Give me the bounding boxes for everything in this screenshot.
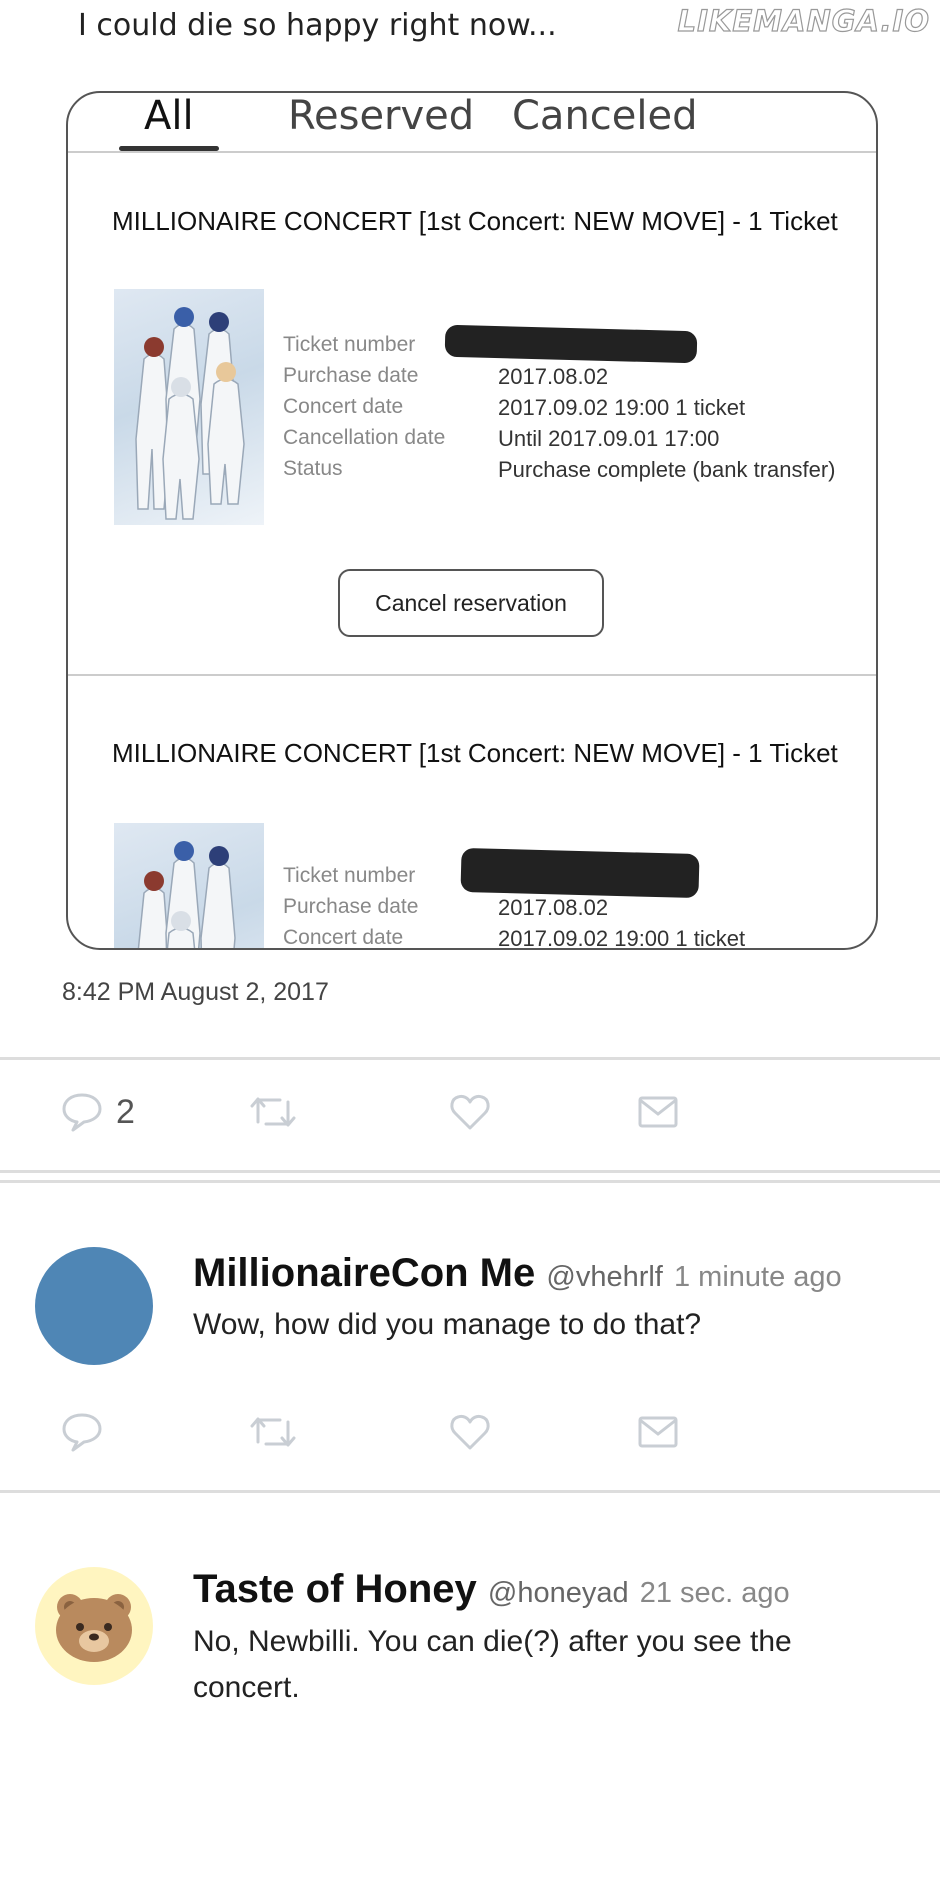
concert-date-value: 2017.09.02 19:00 1 ticket — [498, 395, 746, 420]
divider — [0, 1490, 940, 1493]
post-action-bar: 2 — [0, 1090, 940, 1150]
reply-text: Wow, how did you manage to do that? — [193, 1308, 702, 1341]
concert-date-label: Concert date — [283, 395, 404, 418]
heart-icon — [450, 1094, 490, 1130]
tab-reserved[interactable]: Reserved — [288, 93, 474, 139]
reply-time: 21 sec. ago — [639, 1577, 790, 1609]
comment-icon — [62, 1413, 102, 1452]
retweet-icon — [250, 1417, 296, 1447]
mail-icon — [638, 1096, 678, 1128]
cancellation-date-value: Until 2017.09.01 17:00 — [498, 426, 720, 451]
order-divider — [68, 674, 876, 676]
retweet-action[interactable] — [248, 1410, 298, 1454]
divider — [0, 1170, 940, 1173]
cancellation-date-label: Cancellation date — [283, 426, 446, 449]
reply-author[interactable]: MillionaireCon Me @vhehrlf 1 minute ago — [193, 1251, 842, 1296]
message-action[interactable] — [636, 1090, 680, 1134]
ticket-number-label: Ticket number — [283, 333, 416, 356]
reply-handle: @vhehrlf — [546, 1261, 663, 1293]
reply-time: 1 minute ago — [673, 1261, 842, 1293]
retweet-action[interactable] — [248, 1090, 298, 1134]
post-timestamp: 8:42 PM August 2, 2017 — [62, 978, 329, 1006]
purchase-date-label: Purchase date — [283, 895, 419, 918]
purchase-date-value: 2017.08.02 — [498, 895, 609, 920]
purchase-date-label: Purchase date — [283, 364, 419, 387]
divider — [0, 1180, 940, 1183]
concert-date-value: 2017.09.02 19:00 1 ticket — [498, 926, 746, 950]
reply-author-name: Taste of Honey — [193, 1567, 477, 1611]
reply-action-bar — [0, 1410, 940, 1470]
like-action[interactable] — [448, 1410, 492, 1454]
redaction-mark — [444, 324, 698, 364]
reply-count: 2 — [116, 1092, 135, 1131]
order-title: MILLIONAIRE CONCERT [1st Concert: NEW MO… — [112, 738, 838, 768]
avatar[interactable] — [35, 1567, 153, 1685]
redaction-mark — [460, 847, 700, 899]
avatar[interactable] — [35, 1247, 153, 1365]
retweet-icon — [250, 1097, 296, 1127]
post-text: I could die so happy right now... — [78, 8, 557, 43]
divider — [0, 1057, 940, 1060]
reply-text: No, Newbilli. You can die(?) after you s… — [193, 1625, 792, 1704]
active-tab-indicator — [119, 146, 219, 151]
status-value: Purchase complete (bank transfer) — [498, 457, 836, 482]
bear-avatar-icon — [56, 1594, 132, 1662]
concert-poster-image — [114, 289, 264, 525]
status-label: Status — [283, 457, 343, 480]
reply-author-name: MillionaireCon Me — [193, 1251, 536, 1295]
like-action[interactable] — [448, 1090, 492, 1134]
reply-action[interactable]: 2 — [60, 1090, 135, 1134]
comment-icon — [62, 1093, 102, 1132]
reply-action[interactable] — [60, 1410, 104, 1454]
reply-handle: @honeyad — [487, 1577, 629, 1609]
tab-bar: All Reserved Canceled — [68, 93, 876, 153]
message-action[interactable] — [636, 1410, 680, 1454]
order-title: MILLIONAIRE CONCERT [1st Concert: NEW MO… — [112, 206, 838, 236]
mail-icon — [638, 1416, 678, 1448]
ticket-screenshot: All Reserved Canceled MILLIONAIRE CONCER… — [66, 91, 878, 950]
purchase-date-value: 2017.08.02 — [498, 364, 609, 389]
tab-all[interactable]: All — [144, 93, 194, 139]
reply-author[interactable]: Taste of Honey @honeyad 21 sec. ago — [193, 1567, 790, 1612]
concert-poster-image — [114, 823, 264, 948]
tab-canceled[interactable]: Canceled — [512, 93, 698, 139]
cancel-reservation-button[interactable]: Cancel reservation — [338, 569, 604, 637]
concert-date-label: Concert date — [283, 926, 404, 949]
watermark: LIKEMANGA.IO — [677, 3, 930, 38]
heart-icon — [450, 1414, 490, 1450]
ticket-number-label: Ticket number — [283, 864, 416, 887]
